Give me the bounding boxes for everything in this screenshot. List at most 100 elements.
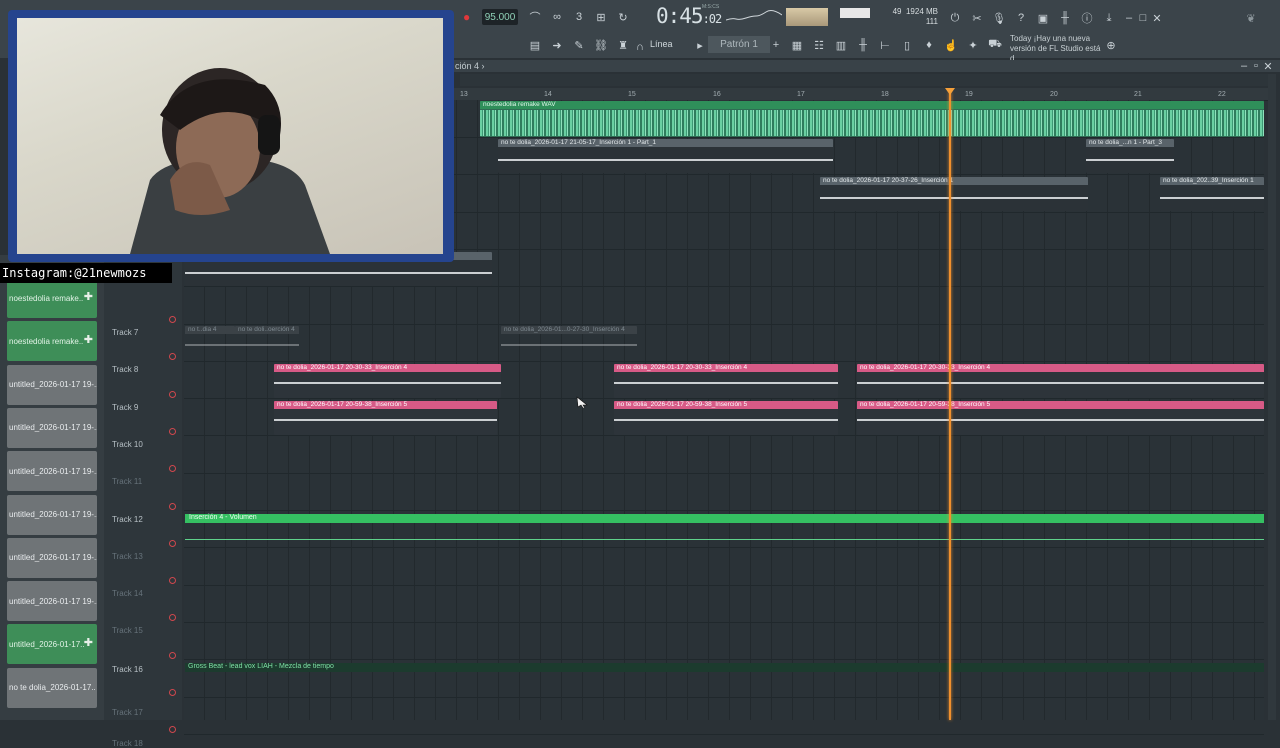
browser-clip-item[interactable]: untitled_2026-01-17 19-..	[7, 451, 97, 492]
save-icon[interactable]: ▣	[1034, 9, 1052, 27]
clip-insercion-4[interactable]: no te dolia_2026-01-17 20-30-33_Inserció…	[614, 364, 838, 398]
pattern-selector[interactable]: Patrón 1	[708, 36, 770, 53]
clip-insercion-5[interactable]: no te dolia_2026-01-17 20-59-38_Inserció…	[614, 401, 838, 435]
file-icon[interactable]: ▯	[898, 36, 916, 54]
add-pattern-icon[interactable]: +	[770, 36, 782, 54]
close-icon[interactable]: ✕	[1148, 9, 1166, 27]
track-lane[interactable]	[184, 585, 1264, 623]
track-mute-indicator[interactable]	[169, 540, 176, 547]
magnet-icon[interactable]: ∩	[634, 38, 646, 56]
browser-clip-item[interactable]: untitled_2026-01-17 19-..	[7, 537, 97, 578]
playlist-minimize-icon[interactable]: –	[1238, 60, 1250, 72]
playlist-icon[interactable]: ▦	[788, 36, 806, 54]
track-mute-indicator[interactable]	[169, 503, 176, 510]
track-lane[interactable]	[184, 473, 1264, 511]
track-mute-indicator[interactable]	[169, 316, 176, 323]
loop-record-icon[interactable]: ↻	[614, 8, 632, 26]
browser-clip-item[interactable]: untitled_2026-01-17.. ✚	[7, 624, 97, 665]
clip-t7-b[interactable]: no te doli..oerción 4	[235, 326, 299, 360]
browser-tree-icon[interactable]: ⊢	[876, 36, 894, 54]
track-mute-indicator[interactable]	[169, 652, 176, 659]
clip-insercion-4[interactable]: no te dolia_2026-01-17 20-30-33_Inserció…	[857, 364, 1264, 398]
master-volume[interactable]	[840, 8, 870, 18]
plus-icon[interactable]: ✚	[84, 333, 93, 346]
clip-t7-c[interactable]: no te dolia_2026-01...0-27-30_Inserción …	[501, 326, 637, 360]
browser-clip-item[interactable]: untitled_2026-01-17 19-..	[7, 494, 97, 535]
track-name[interactable]: Track 16	[112, 665, 143, 674]
step-edit-icon[interactable]: ⊞	[592, 8, 610, 26]
track-name[interactable]: Track 15	[112, 626, 143, 635]
track-mute-indicator[interactable]	[169, 726, 176, 733]
clip-insercion-4[interactable]: no te dolia_2026-01-17 20-30-33_Inserció…	[274, 364, 501, 398]
playlist-maximize-icon[interactable]: ▫	[1250, 60, 1262, 72]
track-lane[interactable]	[184, 548, 1264, 586]
metronome-icon[interactable]: ⌒	[526, 8, 544, 26]
track-lane[interactable]	[184, 324, 1264, 362]
browser-clip-item[interactable]: untitled_2026-01-17 19-..	[7, 407, 97, 448]
clip-insercion-1b[interactable]: no te dolia_202..39_Inserción 1	[1160, 177, 1264, 211]
track-mute-indicator[interactable]	[169, 428, 176, 435]
track-name[interactable]: Track 7	[112, 328, 138, 337]
clip-t7-a[interactable]: no t..dia 4	[185, 326, 235, 360]
track-mute-indicator[interactable]	[169, 577, 176, 584]
cart-icon[interactable]: ⛟	[986, 36, 1004, 54]
track-name[interactable]: Track 12	[112, 515, 143, 524]
track-mute-indicator[interactable]	[169, 614, 176, 621]
clip-part-3[interactable]: no te dolia_...n 1 - Part_3	[1086, 139, 1174, 173]
stamp-icon[interactable]: ♜	[614, 36, 632, 54]
snap-mode-select[interactable]: Línea	[650, 39, 673, 49]
automation-clip[interactable]	[185, 514, 1264, 523]
track-name[interactable]: Track 17	[112, 708, 143, 717]
clip-insercion-5[interactable]: no te dolia_2026-01-17 20-59-38_Inserció…	[857, 401, 1264, 435]
step-sequencer-icon[interactable]: ▥	[832, 36, 850, 54]
track-mute-indicator[interactable]	[169, 353, 176, 360]
track-name[interactable]: Track 8	[112, 365, 138, 374]
arrow-right-icon[interactable]: ➜	[548, 36, 566, 54]
playlist-vertical-scrollbar[interactable]	[1268, 74, 1276, 720]
track-name[interactable]: Track 13	[112, 552, 143, 561]
track-name[interactable]: Track 9	[112, 403, 138, 412]
browser-clip-item[interactable]: noestedolia remake.. ✚	[7, 321, 97, 362]
download-icon[interactable]: ⤓	[1100, 9, 1118, 27]
link-icon[interactable]: ⛓	[592, 36, 610, 54]
tempo-display[interactable]: 95.000	[482, 9, 518, 25]
playlist-close-icon[interactable]: ✕	[1262, 60, 1274, 73]
record-button[interactable]: ●	[463, 10, 477, 24]
wait-input-icon[interactable]: ∞	[548, 8, 566, 26]
track-lane[interactable]	[184, 697, 1264, 735]
touch-icon[interactable]: ☝	[942, 36, 960, 54]
playhead[interactable]	[949, 92, 951, 720]
plugin-icon[interactable]: ♦	[920, 36, 938, 54]
cpu-icon[interactable]: ⏻	[946, 9, 964, 27]
gross-beat-clip[interactable]	[185, 663, 1264, 672]
clip-insercion-1a[interactable]: no te dolia_2026-01-17 20-37-26_Inserció…	[820, 177, 1088, 211]
wand-icon[interactable]: ✦	[964, 36, 982, 54]
track-name[interactable]: Track 14	[112, 589, 143, 598]
info-icon[interactable]: ⓘ	[1078, 9, 1096, 27]
playhead-marker[interactable]	[945, 88, 955, 95]
clip-insercion-5[interactable]: no te dolia_2026-01-17 20-59-38_Inserció…	[274, 401, 497, 435]
track-lane[interactable]	[184, 622, 1264, 661]
piano-roll-icon[interactable]: ▤	[526, 36, 544, 54]
track-mute-indicator[interactable]	[169, 465, 176, 472]
track-lane[interactable]	[184, 287, 1264, 325]
mixer-view-icon[interactable]: ╫	[854, 36, 872, 54]
play-pattern-icon[interactable]: ▸	[694, 36, 706, 54]
channel-rack-icon[interactable]: ☷	[810, 36, 828, 54]
track-name[interactable]: Track 18	[112, 739, 143, 748]
help-icon[interactable]: ?	[1012, 9, 1030, 27]
panic-icon[interactable]: ✂	[968, 9, 986, 27]
browser-clip-item[interactable]: untitled_2026-01-17 19-..	[7, 581, 97, 622]
track-name[interactable]: Track 10	[112, 440, 143, 449]
globe-icon[interactable]: ⊕	[1102, 36, 1120, 54]
browser-clip-item[interactable]: noestedolia remake.. ✚	[7, 278, 97, 318]
clip-part-1[interactable]: no te dolia_2026-01-17 21-05-17_Inserció…	[498, 139, 833, 173]
mic-icon[interactable]: 🎙	[990, 9, 1008, 27]
browser-clip-item[interactable]: untitled_2026-01-17 19-..	[7, 364, 97, 405]
track-mute-indicator[interactable]	[169, 689, 176, 696]
brush-icon[interactable]: ✎	[570, 36, 588, 54]
browser-clip-item[interactable]: no te dolia_2026-01-17..	[7, 667, 97, 708]
playlist-horizontal-scrollbar[interactable]	[460, 74, 1272, 86]
track-name[interactable]: Track 11	[112, 477, 142, 486]
track-mute-indicator[interactable]	[169, 391, 176, 398]
